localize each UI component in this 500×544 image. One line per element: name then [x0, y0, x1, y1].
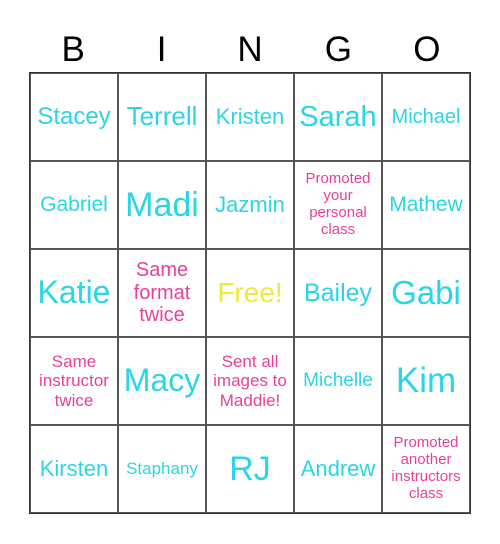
bingo-cell[interactable]: Promoted your personal class — [294, 161, 382, 249]
bingo-cell-text: Promoted your personal class — [305, 170, 371, 238]
header-letter-n: N — [237, 30, 263, 69]
bingo-cell[interactable]: Michael — [382, 73, 470, 161]
bingo-cell[interactable]: Sent all images to Maddie! — [206, 337, 294, 425]
bingo-cell-text: Katie — [37, 274, 111, 311]
header-letter-o: O — [413, 30, 441, 69]
bingo-cell-text: Same format twice — [133, 259, 191, 327]
bingo-cell-text: Jazmin — [215, 191, 285, 217]
bingo-cell[interactable]: Promoted another instructors class — [382, 425, 470, 513]
bingo-cell[interactable]: Bailey — [294, 249, 382, 337]
bingo-free-space[interactable]: Free! — [206, 249, 294, 337]
bingo-cell[interactable]: Gabriel — [30, 161, 118, 249]
bingo-cell[interactable]: Andrew — [294, 425, 382, 513]
bingo-cell[interactable]: RJ — [206, 425, 294, 513]
bingo-cell-text: Same instructor twice — [39, 352, 109, 410]
bingo-cell-text: Mathew — [389, 193, 463, 217]
bingo-cell[interactable]: Stacey — [30, 73, 118, 161]
bingo-cell-text: Gabi — [391, 273, 461, 311]
bingo-cell[interactable]: Jazmin — [206, 161, 294, 249]
bingo-cell[interactable]: Same format twice — [118, 249, 206, 337]
bingo-cell[interactable]: Sarah — [294, 73, 382, 161]
bingo-cell[interactable]: Kirsten — [30, 425, 118, 513]
header-letter-i: I — [156, 30, 167, 69]
bingo-cell-text: Michael — [391, 105, 461, 128]
bingo-cell-text: Michelle — [303, 370, 373, 392]
bingo-cell[interactable]: Gabi — [382, 249, 470, 337]
bingo-cell-text: RJ — [229, 449, 271, 488]
bingo-cell-text: Bailey — [303, 279, 373, 307]
bingo-cell-text: Free! — [217, 277, 283, 309]
header-letter-b: B — [61, 30, 85, 69]
bingo-cell-text: Sent all images to Maddie! — [213, 352, 287, 410]
bingo-cell[interactable]: Staphany — [118, 425, 206, 513]
bingo-cell-text: Sarah — [299, 100, 377, 133]
bingo-cell-text: Promoted another instructors class — [391, 434, 461, 502]
bingo-card-grid: Stacey Terrell Kristen Sarah Michael Gabriel M… — [29, 72, 471, 514]
bingo-cell[interactable]: Macy — [118, 337, 206, 425]
bingo-cell[interactable]: Same instructor twice — [30, 337, 118, 425]
bingo-cell-text: Madi — [125, 185, 199, 224]
bingo-cell-text: Kirsten — [39, 455, 109, 481]
bingo-cell[interactable]: Kim — [382, 337, 470, 425]
bingo-cell-text: Kristen — [215, 103, 285, 129]
bingo-cell-text: Macy — [123, 362, 201, 399]
header-letter-g: G — [324, 30, 353, 69]
bingo-cell-text: Stacey — [37, 102, 111, 130]
bingo-cell[interactable]: Katie — [30, 249, 118, 337]
bingo-cell[interactable]: Madi — [118, 161, 206, 249]
bingo-cell-text: Terrell — [126, 101, 198, 132]
bingo-cell[interactable]: Mathew — [382, 161, 470, 249]
bingo-cell[interactable]: Kristen — [206, 73, 294, 161]
bingo-header: B I N G O — [29, 28, 471, 72]
bingo-cell-text: Staphany — [126, 459, 198, 479]
bingo-cell-text: Kim — [395, 361, 457, 401]
bingo-cell-text: Gabriel — [40, 193, 108, 217]
bingo-cell[interactable]: Terrell — [118, 73, 206, 161]
bingo-cell[interactable]: Michelle — [294, 337, 382, 425]
bingo-cell-text: Andrew — [300, 455, 376, 481]
